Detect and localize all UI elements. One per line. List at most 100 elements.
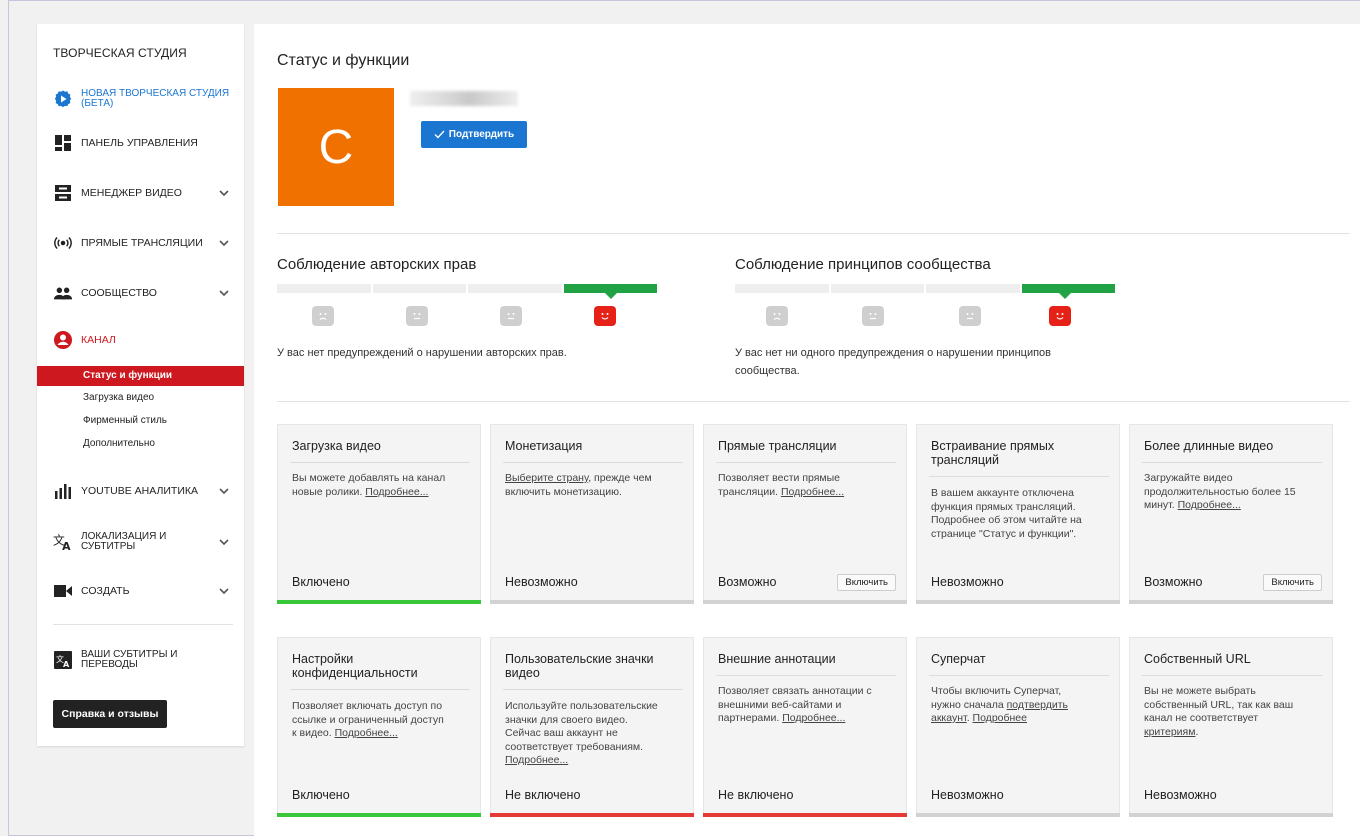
sidebar-item-label: YOUTUBE АНАЛИТИКА bbox=[81, 484, 199, 497]
card-separator bbox=[1142, 462, 1322, 463]
sidebar-item-your-subtitles[interactable]: 文A ВАШИ СУБТИТРЫ И ПЕРЕВОДЫ bbox=[37, 642, 244, 678]
chevron-down-icon[interactable] bbox=[219, 188, 229, 198]
card-status: Возможно bbox=[1144, 575, 1203, 589]
feature-card-live: Прямые трансляции Позволяет вести прямые… bbox=[703, 424, 907, 604]
copyright-title: Соблюдение авторских прав bbox=[277, 256, 477, 273]
card-desc-text: функция прямых трансляций. bbox=[931, 500, 1076, 513]
sidebar-item-channel[interactable]: КАНАЛ bbox=[37, 325, 244, 355]
criteria-link[interactable]: критериям bbox=[1144, 726, 1195, 738]
card-status: Включено bbox=[292, 575, 350, 589]
help-feedback-button[interactable]: Справка и отзывы bbox=[53, 700, 167, 728]
video-manager-icon bbox=[53, 183, 73, 203]
subtitles-icon: 文A bbox=[53, 650, 73, 670]
card-separator bbox=[716, 675, 896, 676]
card-desc-text: к видео. bbox=[292, 727, 335, 739]
card-desc-text: Позволяет включать доступ по bbox=[292, 700, 443, 712]
chevron-down-icon[interactable] bbox=[219, 288, 229, 298]
sidebar-item-create[interactable]: СОЗДАТЬ bbox=[37, 576, 244, 606]
feature-card-external-annotations: Внешние аннотации Позволяет связать анно… bbox=[703, 637, 907, 817]
chevron-down-icon[interactable] bbox=[219, 238, 229, 248]
live-icon bbox=[53, 233, 73, 253]
feature-card-longer-videos: Более длинные видео Загружайте видео про… bbox=[1129, 424, 1333, 604]
sidebar-item-video-manager[interactable]: МЕНЕДЖЕР ВИДЕО bbox=[37, 178, 244, 208]
sidebar-item-live[interactable]: ПРЯМЫЕ ТРАНСЛЯЦИИ bbox=[37, 228, 244, 258]
card-description: Позволяет вести прямые трансляции. Подро… bbox=[718, 472, 898, 499]
enable-button[interactable]: Включить bbox=[1263, 574, 1322, 591]
status-bar bbox=[490, 813, 694, 817]
confirm-button[interactable]: Подтвердить bbox=[421, 121, 527, 148]
feature-card-custom-thumbnails: Пользовательские значки видео Используйт… bbox=[490, 637, 694, 817]
check-icon bbox=[434, 130, 445, 139]
card-description: Позволяет включать доступ по ссылке и ог… bbox=[292, 700, 472, 741]
card-desc-text: собственный URL, так как ваш bbox=[1144, 698, 1294, 711]
community-status-line-1: У вас нет ни одного предупреждения о нар… bbox=[735, 347, 1052, 359]
community-indicator-arrow bbox=[1059, 293, 1071, 299]
card-desc-text: , прежде чем bbox=[588, 472, 652, 484]
channel-icon bbox=[53, 330, 73, 350]
sidebar-item-label: СОЗДАТЬ bbox=[81, 584, 130, 597]
card-desc-text: минут. bbox=[1144, 499, 1178, 511]
feature-card-privacy: Настройки конфиденциальности Позволяет в… bbox=[277, 637, 481, 817]
sidebar-subitem-advanced[interactable]: Дополнительно bbox=[37, 434, 244, 454]
chevron-down-icon[interactable] bbox=[219, 486, 229, 496]
sidebar-subitem-upload[interactable]: Загрузка видео bbox=[37, 388, 244, 408]
learn-more-link[interactable]: Подробнее... bbox=[782, 712, 845, 724]
learn-more-link[interactable]: Подробнее... bbox=[335, 727, 398, 739]
card-status: Невозможно bbox=[505, 575, 578, 589]
confirm-link[interactable]: подтвердить bbox=[1007, 699, 1068, 711]
choose-country-link[interactable]: Выберите страну bbox=[505, 472, 588, 484]
sidebar-item-localization[interactable]: 文A ЛОКАЛИЗАЦИЯ И СУБТИТРЫ bbox=[37, 524, 244, 560]
chevron-down-icon[interactable] bbox=[219, 586, 229, 596]
sidebar-divider bbox=[53, 624, 233, 625]
card-desc-text: продолжительностью более 15 bbox=[1144, 485, 1296, 498]
card-desc-text: Вы не можете выбрать bbox=[1144, 685, 1256, 697]
status-bar bbox=[277, 813, 481, 817]
card-title: Встраивание прямых трансляций bbox=[931, 439, 1055, 467]
sidebar: ТВОРЧЕСКАЯ СТУДИЯ НОВАЯ ТВОРЧЕСКАЯ СТУДИ… bbox=[37, 24, 244, 746]
translate-icon: 文A bbox=[53, 532, 73, 552]
card-status: Невозможно bbox=[1144, 788, 1217, 802]
card-separator bbox=[503, 462, 683, 463]
gear-play-icon bbox=[53, 89, 73, 109]
learn-more-link[interactable]: Подробнее... bbox=[365, 486, 428, 498]
card-desc-text: Позволяет вести прямые bbox=[718, 472, 841, 484]
sidebar-item-analytics[interactable]: YOUTUBE АНАЛИТИКА bbox=[37, 476, 244, 506]
account-link[interactable]: аккаунт bbox=[931, 712, 967, 724]
community-title: Соблюдение принципов сообщества bbox=[735, 256, 991, 273]
card-status: Не включено bbox=[505, 788, 581, 802]
card-desc-text: значки для своего видео. bbox=[505, 713, 628, 726]
sidebar-title: ТВОРЧЕСКАЯ СТУДИЯ bbox=[53, 46, 187, 60]
status-bar bbox=[916, 600, 1120, 604]
status-bar bbox=[490, 600, 694, 604]
sidebar-item-label: МЕНЕДЖЕР ВИДЕО bbox=[81, 186, 182, 199]
sidebar-item-community[interactable]: СООБЩЕСТВО bbox=[37, 278, 244, 308]
card-desc-text: партнерами. bbox=[718, 712, 783, 724]
chevron-down-icon[interactable] bbox=[219, 537, 229, 547]
learn-more-link[interactable]: Подробнее... bbox=[505, 754, 568, 766]
learn-more-link[interactable]: Подробнее bbox=[973, 712, 1027, 724]
card-title: Пользовательские значки видео bbox=[505, 652, 654, 680]
card-desc-text: Подробнее об этом читайте на bbox=[931, 514, 1082, 526]
avatar[interactable]: C bbox=[278, 88, 394, 206]
create-icon bbox=[53, 581, 73, 601]
sidebar-item-label: ЛОКАЛИЗАЦИЯ И СУБТИТРЫ bbox=[81, 531, 167, 552]
learn-more-link[interactable]: Подробнее... bbox=[781, 486, 844, 498]
sidebar-item-label: СООБЩЕСТВО bbox=[81, 286, 157, 299]
sidebar-item-new-studio[interactable]: НОВАЯ ТВОРЧЕСКАЯ СТУДИЯ (БЕТА) bbox=[37, 81, 244, 117]
sad-face-icon bbox=[312, 306, 334, 326]
card-desc-text: ссылке и ограниченный доступ bbox=[292, 713, 444, 726]
card-desc-text: включить монетизацию. bbox=[505, 485, 622, 498]
card-title: Внешние аннотации bbox=[718, 652, 836, 666]
community-status-line-2: сообщества. bbox=[735, 365, 800, 377]
sidebar-item-dashboard[interactable]: ПАНЕЛЬ УПРАВЛЕНИЯ bbox=[37, 128, 244, 158]
card-desc-text: . bbox=[1195, 725, 1199, 738]
sidebar-subitem-branding[interactable]: Фирменный стиль bbox=[37, 411, 244, 431]
card-desc-text: Вы можете добавлять на канал bbox=[292, 472, 446, 484]
card-description: В вашем аккаунте отключена функция прямы… bbox=[931, 487, 1111, 541]
sidebar-subitem-status[interactable]: Статус и функции bbox=[37, 366, 244, 386]
sidebar-item-label: ПАНЕЛЬ УПРАВЛЕНИЯ bbox=[81, 136, 198, 149]
status-bar bbox=[703, 813, 907, 817]
enable-button[interactable]: Включить bbox=[837, 574, 896, 591]
card-title: Более длинные видео bbox=[1144, 439, 1274, 453]
learn-more-link[interactable]: Подробнее... bbox=[1178, 499, 1241, 511]
